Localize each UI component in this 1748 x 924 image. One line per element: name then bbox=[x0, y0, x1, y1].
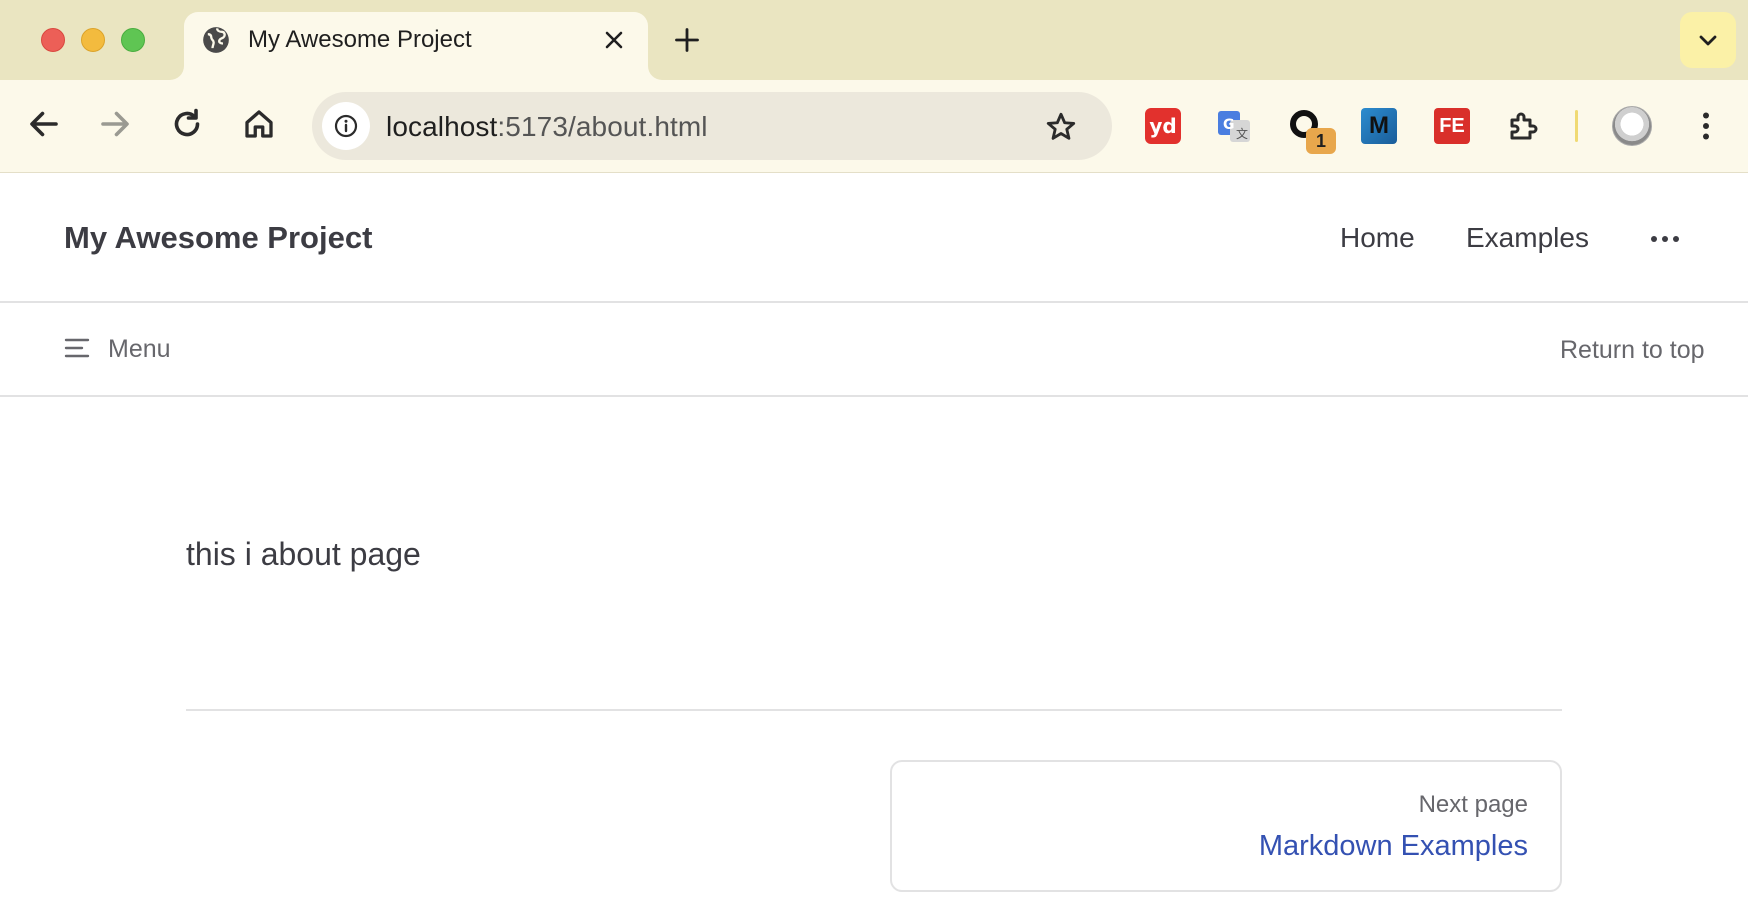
more-horizontal-icon[interactable] bbox=[1648, 227, 1682, 251]
google-translate-icon[interactable]: G 文 bbox=[1216, 108, 1252, 144]
address-bar[interactable]: localhost:5173/about.html bbox=[312, 92, 1112, 160]
reload-icon[interactable] bbox=[169, 106, 205, 142]
site-navbar: My Awesome Project Home Examples bbox=[0, 173, 1748, 303]
forward-arrow-icon[interactable] bbox=[97, 106, 133, 142]
youdao-extension-icon[interactable]: yd bbox=[1145, 108, 1181, 144]
browser-tab-active[interactable]: My Awesome Project bbox=[184, 12, 648, 80]
svg-text:文: 文 bbox=[1236, 126, 1248, 141]
info-icon bbox=[334, 114, 358, 138]
menu-lines-icon bbox=[64, 338, 90, 358]
window-close-button[interactable] bbox=[41, 28, 65, 52]
new-tab-plus-icon[interactable] bbox=[673, 26, 701, 54]
bookmark-star-icon[interactable] bbox=[1044, 110, 1078, 144]
site-info-button[interactable] bbox=[322, 102, 370, 150]
browser-toolbar: localhost:5173/about.html yd G 文 1 M FE bbox=[0, 80, 1748, 173]
chevron-down-icon bbox=[1699, 35, 1717, 46]
close-icon[interactable] bbox=[602, 28, 626, 52]
return-to-top-link[interactable]: Return to top bbox=[1560, 335, 1705, 365]
window-minimize-button[interactable] bbox=[81, 28, 105, 52]
site-title-link[interactable]: My Awesome Project bbox=[64, 219, 372, 257]
extensions-puzzle-icon[interactable] bbox=[1506, 108, 1542, 144]
page-body-text: this i about page bbox=[186, 536, 421, 572]
menu-label: Menu bbox=[108, 335, 171, 363]
url-path: :5173/about.html bbox=[497, 111, 708, 142]
nav-link-examples[interactable]: Examples bbox=[1466, 221, 1589, 255]
content-divider bbox=[186, 709, 1562, 711]
address-url[interactable]: localhost:5173/about.html bbox=[386, 111, 708, 143]
next-page-title: Markdown Examples bbox=[1258, 830, 1528, 862]
next-page-card[interactable]: Next page Markdown Examples bbox=[890, 760, 1562, 892]
m-extension-icon[interactable]: M bbox=[1361, 108, 1397, 144]
more-vertical-icon[interactable] bbox=[1688, 106, 1724, 146]
back-arrow-icon[interactable] bbox=[26, 106, 62, 142]
browser-tabstrip: My Awesome Project bbox=[0, 0, 1748, 80]
svg-text:G: G bbox=[1223, 117, 1235, 133]
nav-link-home[interactable]: Home bbox=[1340, 221, 1415, 255]
profile-avatar[interactable] bbox=[1612, 106, 1652, 146]
tab-title: My Awesome Project bbox=[248, 26, 472, 53]
tab-search-button[interactable] bbox=[1680, 12, 1736, 68]
url-host: localhost bbox=[386, 111, 498, 142]
local-nav-bar: Menu Return to top bbox=[0, 303, 1748, 397]
toolbar-divider bbox=[1575, 110, 1578, 142]
extension-badge: 1 bbox=[1306, 128, 1336, 154]
fe-helper-extension-icon[interactable]: FE bbox=[1434, 108, 1470, 144]
next-page-label: Next page bbox=[1418, 791, 1528, 818]
window-zoom-button[interactable] bbox=[121, 28, 145, 52]
globe-icon bbox=[203, 27, 229, 53]
home-icon[interactable] bbox=[241, 106, 277, 142]
